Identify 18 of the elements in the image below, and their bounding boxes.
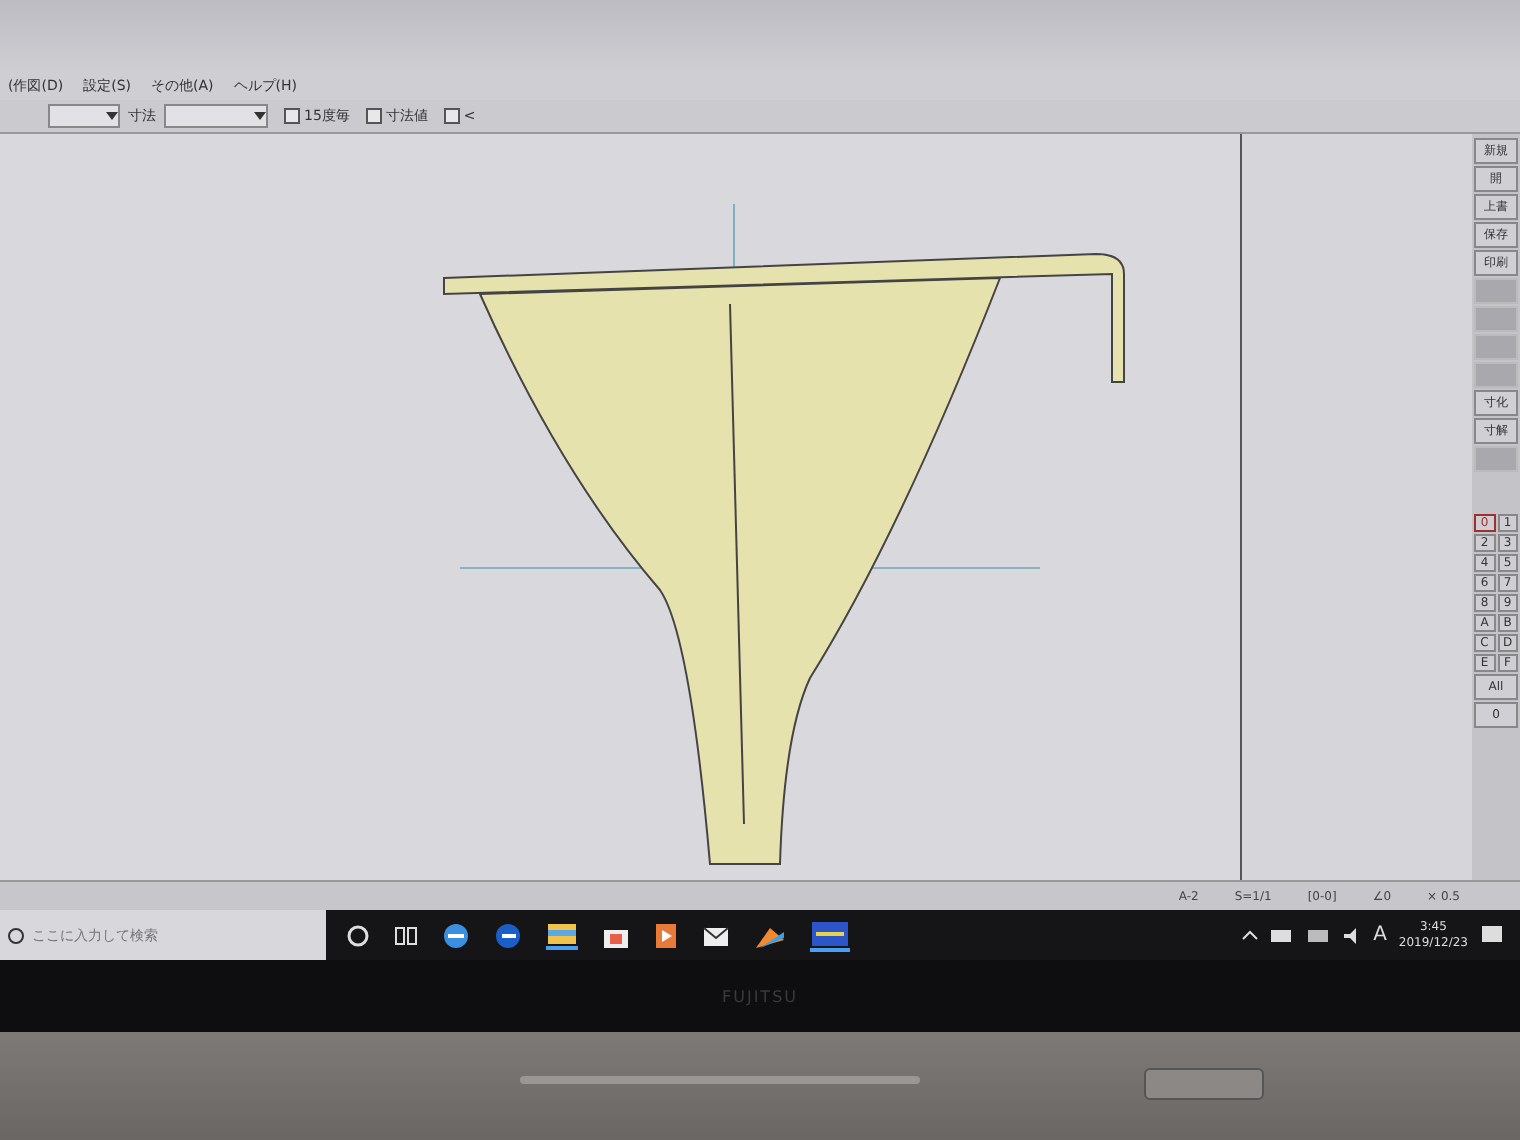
folder-icon[interactable] [546,920,578,950]
speaker-icon[interactable] [1341,925,1362,945]
task-view-icon[interactable] [394,923,418,947]
app-icon[interactable] [810,919,850,951]
dropdown[interactable] [48,104,120,128]
search-icon [6,925,26,945]
caret-icon [106,112,118,120]
checkbox[interactable] [443,108,460,124]
browser-icon[interactable] [494,921,522,949]
ime-indicator[interactable]: A [1373,924,1387,946]
checkbox[interactable] [284,108,300,124]
caret-icon [254,112,266,120]
media-icon[interactable] [654,921,678,949]
browser-icon[interactable] [442,921,470,949]
chevron-icon[interactable] [1241,930,1258,940]
circle-icon[interactable] [346,923,370,947]
checkbox[interactable] [365,108,382,124]
envelope-icon[interactable] [702,923,730,947]
